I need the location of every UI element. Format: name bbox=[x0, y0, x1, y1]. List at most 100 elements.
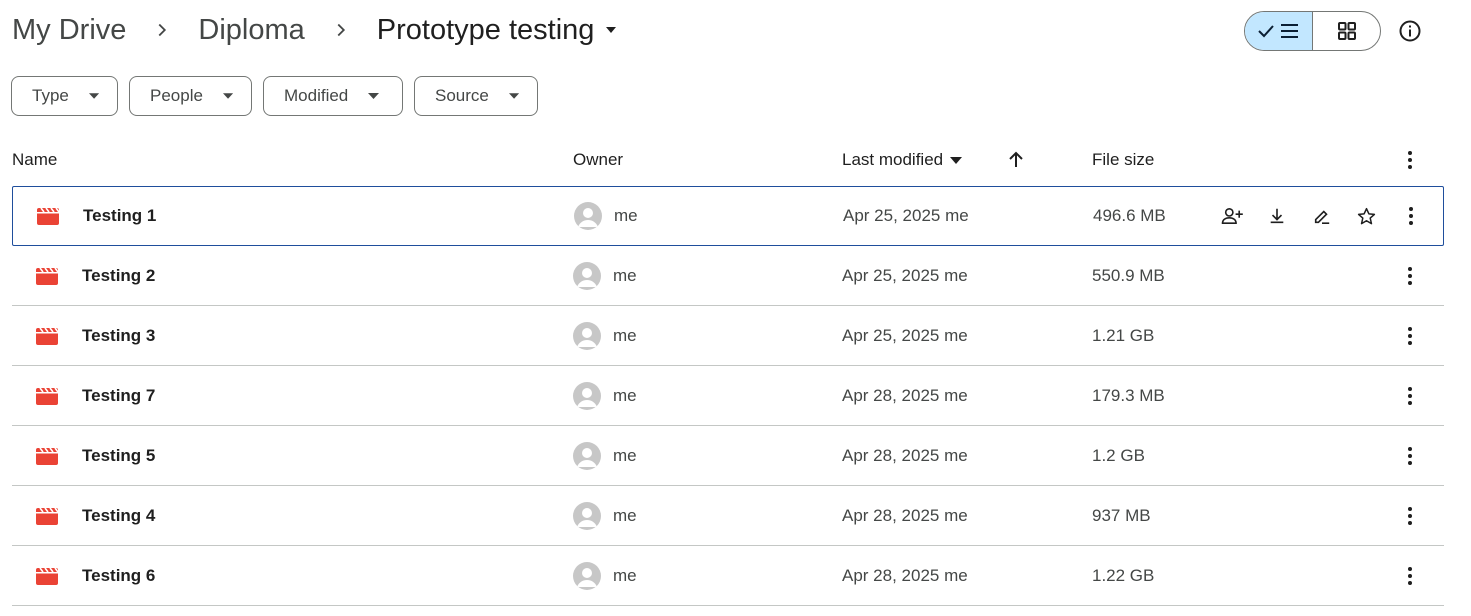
video-icon bbox=[37, 187, 59, 245]
last-modified: Apr 28, 2025 me bbox=[842, 505, 968, 525]
table-body: Testing 1 me Apr 25, 2025 me 496.6 MB Te… bbox=[12, 186, 1444, 606]
file-size: 1.2 GB bbox=[1092, 445, 1145, 465]
more-options-button[interactable] bbox=[1398, 426, 1422, 485]
video-icon bbox=[36, 306, 58, 365]
table-row[interactable]: Testing 7 me Apr 28, 2025 me 179.3 MB bbox=[12, 366, 1444, 426]
chevron-right-icon bbox=[126, 19, 198, 41]
more-vert-icon bbox=[1408, 386, 1412, 405]
avatar bbox=[574, 202, 602, 230]
avatar bbox=[573, 441, 601, 470]
more-vert-icon bbox=[1408, 151, 1412, 169]
share-button[interactable] bbox=[1209, 200, 1254, 232]
last-modified: Apr 25, 2025 me bbox=[842, 325, 968, 345]
table-row[interactable]: Testing 3 me Apr 25, 2025 me 1.21 GB bbox=[12, 306, 1444, 366]
file-name: Testing 6 bbox=[82, 565, 156, 585]
file-size: 937 MB bbox=[1092, 505, 1151, 525]
last-modified: Apr 25, 2025 me bbox=[842, 265, 968, 285]
more-options-button[interactable] bbox=[1398, 486, 1422, 545]
filter-source[interactable]: Source bbox=[414, 76, 538, 116]
table-row[interactable]: Testing 5 me Apr 28, 2025 me 1.2 GB bbox=[12, 426, 1444, 486]
file-table: Name Owner Last modified File size Testi… bbox=[12, 134, 1444, 606]
star-button[interactable] bbox=[1344, 200, 1389, 232]
filter-people-label: People bbox=[150, 86, 203, 105]
last-modified: Apr 28, 2025 me bbox=[842, 445, 968, 465]
owner-name: me bbox=[613, 445, 637, 465]
avatar bbox=[573, 501, 601, 530]
column-last-modified[interactable]: Last modified bbox=[842, 134, 963, 186]
breadcrumb-my-drive[interactable]: My Drive bbox=[12, 14, 126, 47]
info-button[interactable] bbox=[1398, 19, 1422, 43]
download-icon bbox=[1270, 208, 1283, 224]
caret-down-icon bbox=[508, 93, 519, 99]
owner-cell: me bbox=[573, 486, 637, 545]
table-row[interactable]: Testing 4 me Apr 28, 2025 me 937 MB bbox=[12, 486, 1444, 546]
file-size: 496.6 MB bbox=[1093, 206, 1166, 225]
more-vert-icon bbox=[1408, 506, 1412, 525]
owner-name: me bbox=[613, 385, 637, 405]
owner-name: me bbox=[614, 206, 638, 225]
breadcrumb-diploma[interactable]: Diploma bbox=[198, 14, 304, 47]
more-vert-icon bbox=[1408, 446, 1412, 465]
last-modified: Apr 25, 2025 me bbox=[843, 206, 969, 225]
avatar bbox=[573, 261, 601, 290]
view-toggle bbox=[1244, 11, 1381, 51]
filter-source-label: Source bbox=[435, 86, 489, 105]
owner-name: me bbox=[613, 325, 637, 345]
file-name: Testing 4 bbox=[82, 505, 156, 525]
filter-people[interactable]: People bbox=[129, 76, 252, 116]
file-size: 1.21 GB bbox=[1092, 325, 1155, 345]
video-icon bbox=[36, 546, 58, 605]
more-vert-icon bbox=[1408, 326, 1412, 345]
filter-type-label: Type bbox=[32, 86, 69, 105]
owner-cell: me bbox=[573, 426, 637, 485]
more-options-button[interactable] bbox=[1398, 546, 1422, 605]
download-button[interactable] bbox=[1254, 200, 1299, 232]
rename-button[interactable] bbox=[1299, 200, 1344, 232]
video-icon bbox=[36, 426, 58, 485]
file-size: 550.9 MB bbox=[1092, 265, 1165, 285]
filter-bar: Type People Modified Source bbox=[11, 76, 538, 116]
table-row[interactable]: Testing 6 me Apr 28, 2025 me 1.22 GB bbox=[12, 546, 1444, 606]
breadcrumb-current-folder[interactable]: Prototype testing bbox=[377, 14, 619, 47]
grid-view-button[interactable] bbox=[1313, 12, 1380, 50]
owner-cell: me bbox=[573, 546, 637, 605]
list-view-button[interactable] bbox=[1245, 12, 1313, 50]
info-icon bbox=[1399, 20, 1421, 42]
grid-icon bbox=[1337, 22, 1356, 40]
owner-cell: me bbox=[573, 366, 637, 425]
caret-down-icon bbox=[222, 93, 233, 99]
row-actions bbox=[1209, 187, 1389, 245]
more-options-button[interactable] bbox=[1398, 366, 1422, 425]
more-vert-icon bbox=[1409, 207, 1413, 225]
more-options-button[interactable] bbox=[1399, 187, 1423, 245]
table-row[interactable]: Testing 1 me Apr 25, 2025 me 496.6 MB bbox=[12, 186, 1444, 246]
more-options-button[interactable] bbox=[1398, 306, 1422, 365]
breadcrumb: My Drive Diploma Prototype testing bbox=[12, 8, 618, 52]
more-options-button[interactable] bbox=[1398, 246, 1422, 305]
file-name: Testing 5 bbox=[82, 445, 156, 465]
file-name: Testing 1 bbox=[83, 206, 157, 225]
column-last-modified-label: Last modified bbox=[842, 150, 944, 169]
more-options-header-button[interactable] bbox=[1398, 134, 1422, 186]
video-icon bbox=[36, 246, 58, 305]
avatar bbox=[573, 321, 601, 350]
owner-cell: me bbox=[573, 246, 637, 305]
caret-down-icon bbox=[950, 157, 963, 164]
file-name: Testing 2 bbox=[82, 265, 156, 285]
table-header: Name Owner Last modified File size bbox=[12, 134, 1444, 186]
column-file-size[interactable]: File size bbox=[1092, 134, 1154, 186]
column-name[interactable]: Name bbox=[12, 134, 57, 186]
more-vert-icon bbox=[1408, 566, 1412, 585]
current-folder-label: Prototype testing bbox=[376, 13, 595, 46]
file-size: 1.22 GB bbox=[1092, 565, 1155, 585]
file-name: Testing 7 bbox=[82, 385, 156, 405]
star-icon bbox=[1357, 207, 1376, 224]
filter-type[interactable]: Type bbox=[11, 76, 118, 116]
table-row[interactable]: Testing 2 me Apr 25, 2025 me 550.9 MB bbox=[12, 246, 1444, 306]
sort-direction-button[interactable] bbox=[1006, 134, 1026, 186]
caret-down-icon bbox=[604, 23, 618, 37]
column-owner[interactable]: Owner bbox=[573, 134, 623, 186]
check-list-icon bbox=[1257, 24, 1298, 38]
caret-down-icon bbox=[368, 93, 380, 99]
filter-modified[interactable]: Modified bbox=[263, 76, 403, 116]
